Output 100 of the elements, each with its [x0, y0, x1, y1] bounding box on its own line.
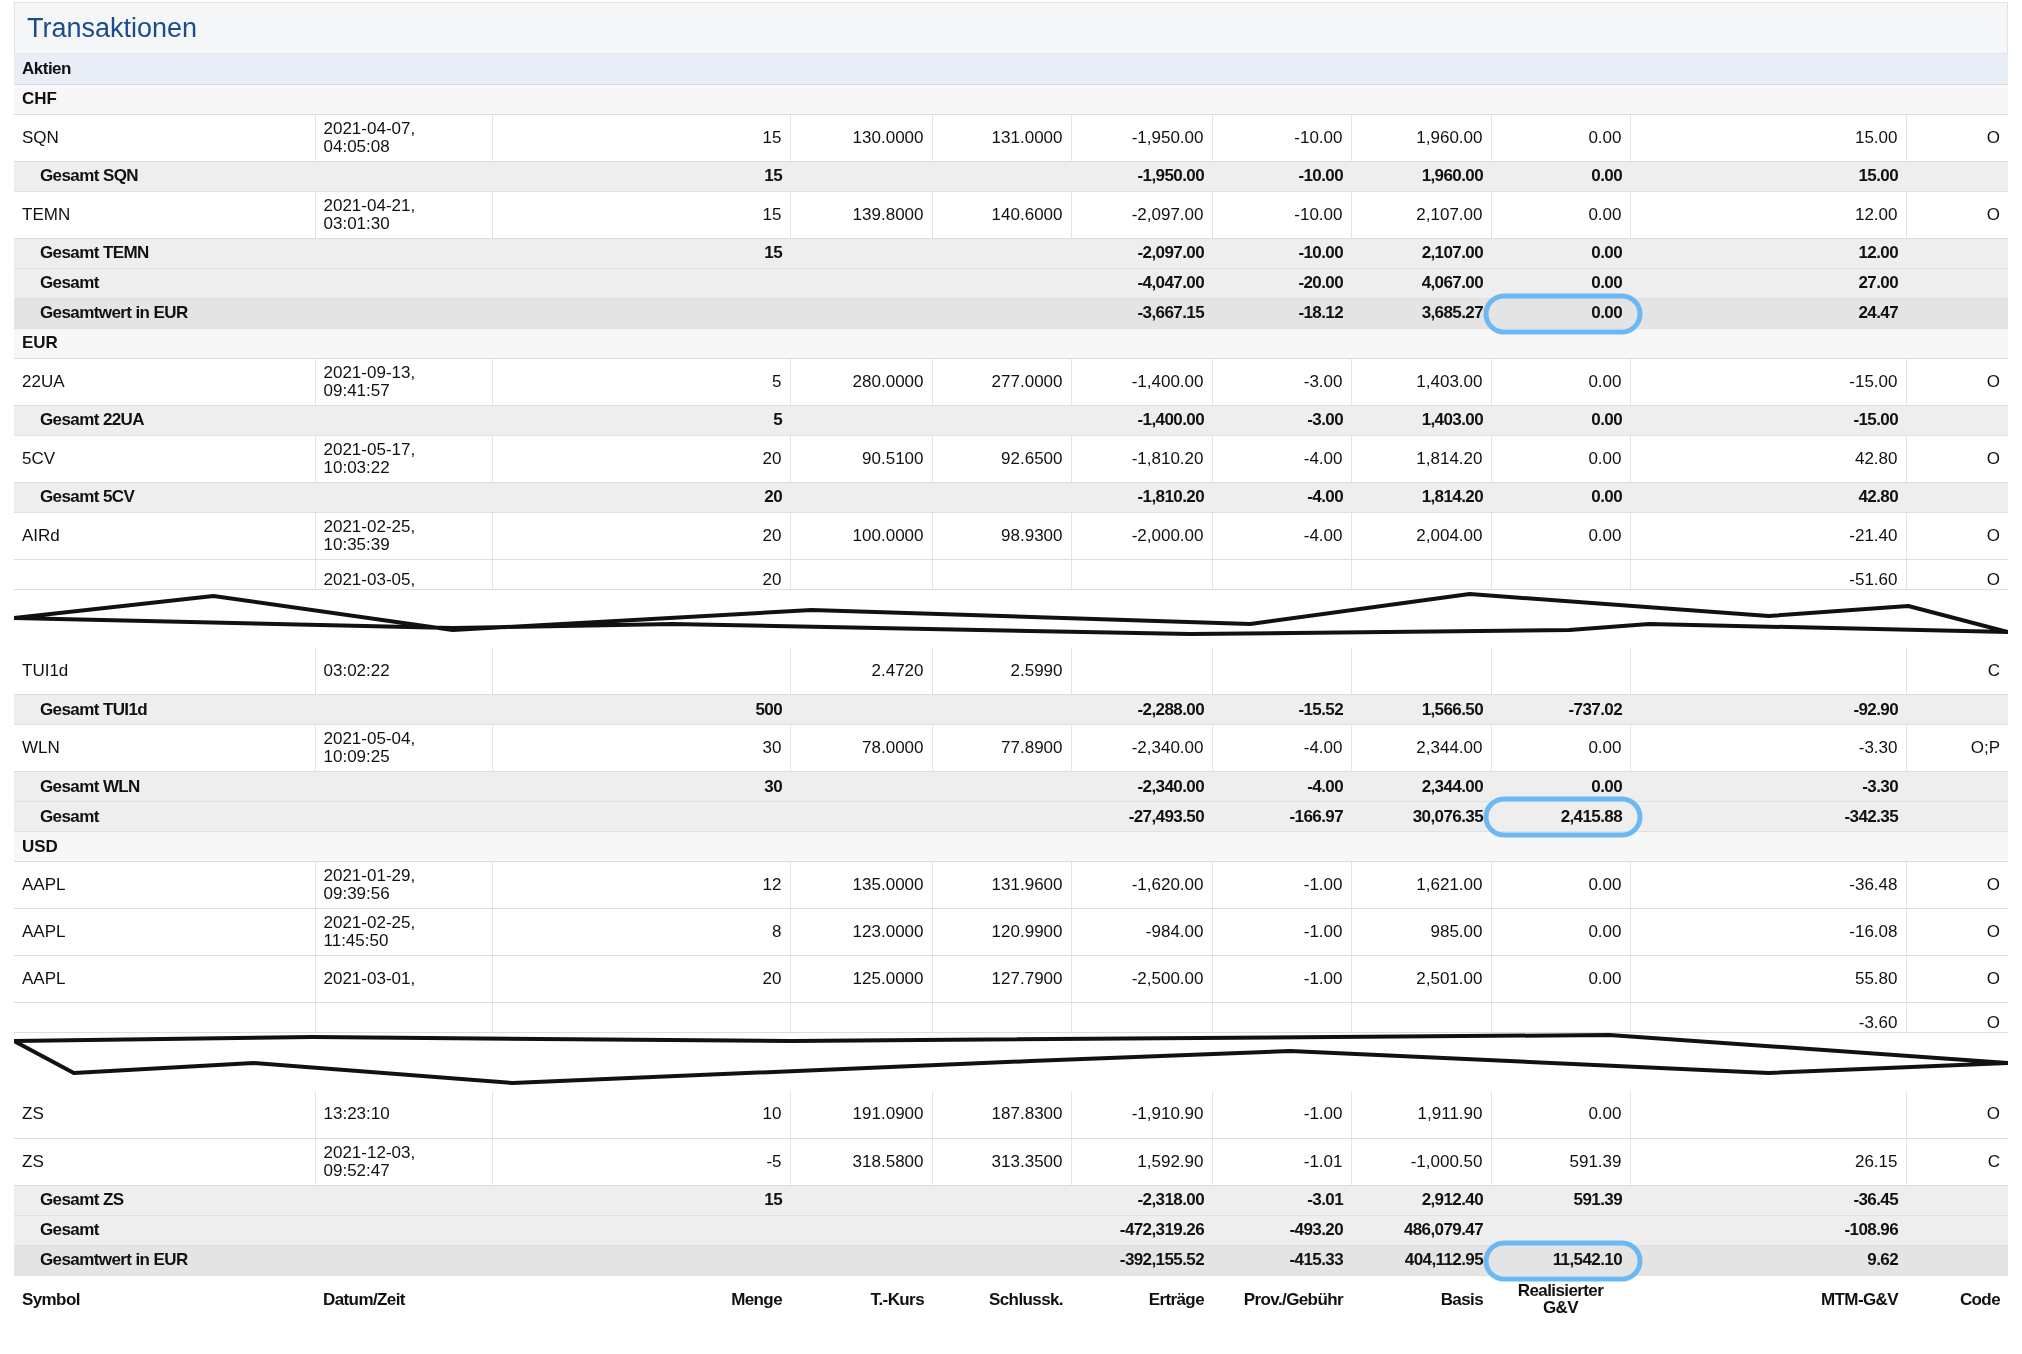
table-cell: 2021-03-01, [323, 970, 416, 988]
table-cell: -4.00 [1303, 448, 1343, 468]
table-cell: ZS [22, 1151, 44, 1171]
table-cell: AAPL [22, 875, 66, 895]
table-cell: 9.62 [1867, 1250, 1898, 1270]
table-cell: -15.00 [1853, 410, 1898, 430]
table-cell: -472,319.26 [1119, 1220, 1204, 1240]
table-cell: 123.0000 [852, 922, 924, 942]
table-cell: 20 [762, 569, 782, 588]
table-cell: -392,155.52 [1119, 1250, 1204, 1270]
table-cell: 15 [764, 1190, 782, 1210]
table-cell: O [1986, 525, 2000, 545]
table-cell: -1,910.90 [1131, 1104, 1204, 1124]
table-cell: -92.90 [1853, 699, 1898, 719]
table-cell: -415.33 [1289, 1250, 1343, 1270]
table-cell: 135.0000 [852, 875, 924, 895]
table-cell: 20 [762, 448, 782, 468]
table-cell: -36.45 [1853, 1190, 1898, 1210]
table-cell: 0.00 [1591, 273, 1622, 293]
table-cell: -2,000.00 [1131, 525, 1204, 545]
table-cell: -737.02 [1568, 699, 1622, 719]
table-cell: -3,667.15 [1137, 303, 1204, 323]
table-cell: O [1986, 969, 2000, 989]
table-cell: 280.0000 [852, 371, 924, 391]
table-cell: 77.8900 [1001, 738, 1063, 758]
table-cell: 130.0000 [852, 127, 924, 147]
table-cell: 15 [764, 243, 782, 263]
table-cell: 277.0000 [991, 371, 1063, 391]
table-cell: 125.0000 [852, 969, 924, 989]
table-cell: -2,288.00 [1137, 699, 1204, 719]
table-cell: 30,076.35 [1412, 806, 1483, 826]
section-heading: Aktien [22, 58, 71, 78]
table-cell: -4.00 [1307, 487, 1343, 507]
table-cell: -10.00 [1298, 243, 1343, 263]
table-cell: -15.52 [1298, 699, 1343, 719]
table-cell: 131.0000 [991, 127, 1063, 147]
table-cell: 0.00 [1588, 525, 1622, 545]
table-cell: 985.00 [1430, 922, 1483, 942]
table-cell: 4,067.00 [1421, 273, 1483, 293]
table-cell: O [1986, 922, 2000, 942]
table-cell: 15 [764, 166, 782, 186]
table-cell: Gesamtwert in EUR [40, 1250, 188, 1270]
table-cell: 0.00 [1588, 127, 1622, 147]
table-cell: 1,960.00 [1421, 166, 1483, 186]
table-cell: 1,566.50 [1421, 699, 1483, 719]
table-cell: O [1986, 875, 2000, 895]
table-cell: 0.00 [1588, 448, 1622, 468]
table-cell: -1,400.00 [1137, 410, 1204, 430]
table-cell: 486,079.47 [1403, 1220, 1483, 1240]
column-header: T.-Kurs [870, 1289, 924, 1309]
table-cell: 20 [764, 487, 782, 507]
table-cell: -1.00 [1303, 875, 1343, 895]
table-cell: 591.39 [1569, 1151, 1622, 1171]
table-cell: AAPL [22, 922, 66, 942]
table-cell: 15.00 [1858, 166, 1898, 186]
group-heading: CHF [22, 89, 57, 109]
table-cell-text: 2021-05-04, 10:09:25 [323, 730, 417, 766]
table-cell: 140.6000 [991, 204, 1063, 224]
section-title: Transaktionen [27, 11, 198, 45]
table-cell-text: 2021-01-29, 09:39:56 [323, 867, 417, 903]
table-cell: O;P [1970, 738, 2000, 758]
table-cell: 2,344.00 [1416, 738, 1483, 758]
table-cell: O [1986, 448, 2000, 468]
table-cell: C [1987, 1151, 2000, 1171]
table-cell: 0.00 [1588, 875, 1622, 895]
table-cell: Gesamt TEMN [40, 243, 149, 263]
table-cell: -2,097.00 [1131, 204, 1204, 224]
table-cell: 2.5990 [1010, 660, 1063, 680]
table-cell: -2,340.00 [1137, 776, 1204, 796]
table-cell: 1,592.90 [1137, 1151, 1204, 1171]
table-cell: -4.00 [1303, 525, 1343, 545]
table-cell: 2021-03-05, [323, 570, 416, 588]
table-cell: 139.8000 [852, 204, 924, 224]
table-cell: 1,621.00 [1416, 875, 1483, 895]
table-cell: Gesamt [40, 806, 99, 826]
table-cell: 03:02:22 [323, 661, 390, 680]
table-cell: -4,047.00 [1137, 273, 1204, 293]
table-cell: 2,344.00 [1421, 776, 1483, 796]
table-cell: 30 [764, 776, 782, 796]
table-cell: 0.00 [1588, 371, 1622, 391]
table-cell: -1,950.00 [1137, 166, 1204, 186]
table-cell: 0.00 [1591, 776, 1622, 796]
table-cell: 1,403.00 [1421, 410, 1483, 430]
table-cell: O [1986, 204, 2000, 224]
table-cell: -51.60 [1849, 569, 1898, 588]
table-cell: -10.00 [1298, 166, 1343, 186]
table-cell: Gesamt 22UA [40, 410, 144, 430]
table-cell: -493.20 [1289, 1220, 1343, 1240]
table-cell: 3,685.27 [1421, 303, 1483, 323]
table-cell: Gesamt WLN [40, 776, 140, 796]
table-cell: 100.0000 [852, 525, 924, 545]
table-cell: AIRd [22, 525, 60, 545]
table-cell: 313.3500 [991, 1151, 1063, 1171]
table-cell: 404,112.95 [1404, 1250, 1483, 1270]
table-cell: -10.00 [1294, 204, 1343, 224]
table-cell: 27.00 [1858, 273, 1898, 293]
table-cell: -20.00 [1298, 273, 1343, 293]
table-cell: 42.80 [1854, 448, 1898, 468]
table-cell: O [1986, 127, 2000, 147]
table-cell: -4.00 [1303, 738, 1343, 758]
